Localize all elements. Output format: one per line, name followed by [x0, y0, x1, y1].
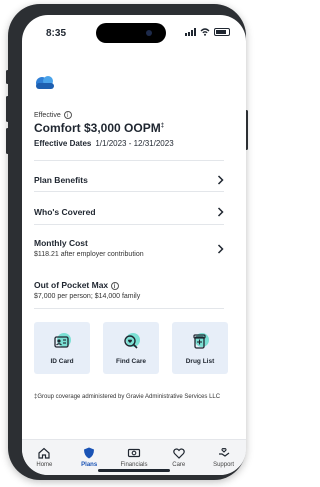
- plan-name: Comfort $3,000 OOPM‡: [34, 121, 165, 135]
- effective-label: Effective: [34, 111, 61, 119]
- drug-list-icon: [193, 333, 209, 349]
- menu-item-plan-benefits[interactable]: Plan Benefits: [34, 175, 224, 185]
- shield-icon: [84, 447, 95, 459]
- divider: [34, 160, 224, 161]
- menu-item-title: Out of Pocket Max i: [34, 280, 224, 290]
- tab-home[interactable]: Home: [24, 440, 64, 475]
- tab-label: Plans: [81, 462, 98, 468]
- menu-item-subtitle: $7,000 per person; $14,000 family: [34, 293, 141, 300]
- cellular-signal-icon: [185, 28, 196, 36]
- tab-support[interactable]: Support: [204, 440, 244, 475]
- tab-label: Care: [172, 462, 186, 468]
- status-time: 8:35: [46, 28, 67, 39]
- tab-label: Financials: [120, 462, 148, 468]
- menu-item-subtitle: $118.21 after employer contribution: [34, 251, 144, 258]
- battery-icon: [214, 28, 230, 36]
- wifi-icon: [200, 28, 210, 36]
- footnote-text: ‡Group coverage administered by Gravie A…: [34, 394, 221, 400]
- care-icon: [173, 448, 185, 459]
- quick-action-label: Drug List: [185, 358, 215, 365]
- status-bar: 8:35: [22, 15, 246, 49]
- menu-item-title: Plan Benefits: [34, 175, 88, 185]
- footnote-marker: ‡: [160, 123, 165, 129]
- support-icon: [218, 447, 229, 457]
- menu-item-whos-covered[interactable]: Who's Covered: [34, 207, 224, 217]
- effective-dates: Effective Dates 1/1/2023 - 12/31/2023: [34, 139, 174, 148]
- find-care-button[interactable]: Find Care: [103, 322, 159, 374]
- info-icon[interactable]: i: [110, 282, 119, 290]
- phone-screen: 8:35 Effective i Comfort $3,000 OOPM‡ Ef…: [22, 15, 246, 475]
- id-card-button[interactable]: ID Card: [34, 322, 90, 374]
- id-card-icon: [54, 333, 71, 348]
- effective-status: Effective i: [34, 111, 72, 119]
- divider: [34, 308, 224, 309]
- effective-dates-value: 1/1/2023 - 12/31/2023: [95, 139, 174, 148]
- dynamic-island: [96, 23, 166, 43]
- mute-switch: [6, 70, 9, 84]
- camera-icon: [146, 30, 152, 36]
- chevron-right-icon: [217, 244, 224, 254]
- info-icon[interactable]: i: [63, 111, 72, 119]
- gravie-logo-icon: [36, 76, 54, 89]
- effective-dates-label: Effective Dates: [34, 139, 92, 148]
- quick-action-label: Find Care: [116, 358, 146, 365]
- quick-actions: ID Card Find Care Drug List: [34, 322, 228, 374]
- status-icons: [185, 28, 230, 36]
- chevron-right-icon: [217, 207, 224, 217]
- quick-action-label: ID Card: [50, 358, 74, 365]
- divider: [34, 191, 224, 192]
- tab-label: Support: [213, 462, 235, 468]
- menu-item-monthly-cost[interactable]: Monthly Cost $118.21 after employer cont…: [34, 238, 224, 258]
- divider: [34, 224, 224, 225]
- money-icon: [127, 448, 141, 458]
- home-indicator: [98, 469, 170, 472]
- drug-list-button[interactable]: Drug List: [172, 322, 228, 374]
- volume-down-button: [6, 128, 9, 154]
- menu-item-title: Who's Covered: [34, 207, 96, 217]
- menu-item-title: Monthly Cost: [34, 238, 88, 248]
- screenshot: 8:35 Effective i Comfort $3,000 OOPM‡ Ef…: [0, 0, 251, 487]
- tab-label: Home: [36, 462, 53, 468]
- find-care-icon: [124, 333, 140, 349]
- home-icon: [38, 447, 50, 459]
- chevron-right-icon: [217, 175, 224, 185]
- out-of-pocket-max: Out of Pocket Max i $7,000 per person; $…: [34, 280, 224, 300]
- volume-up-button: [6, 96, 9, 122]
